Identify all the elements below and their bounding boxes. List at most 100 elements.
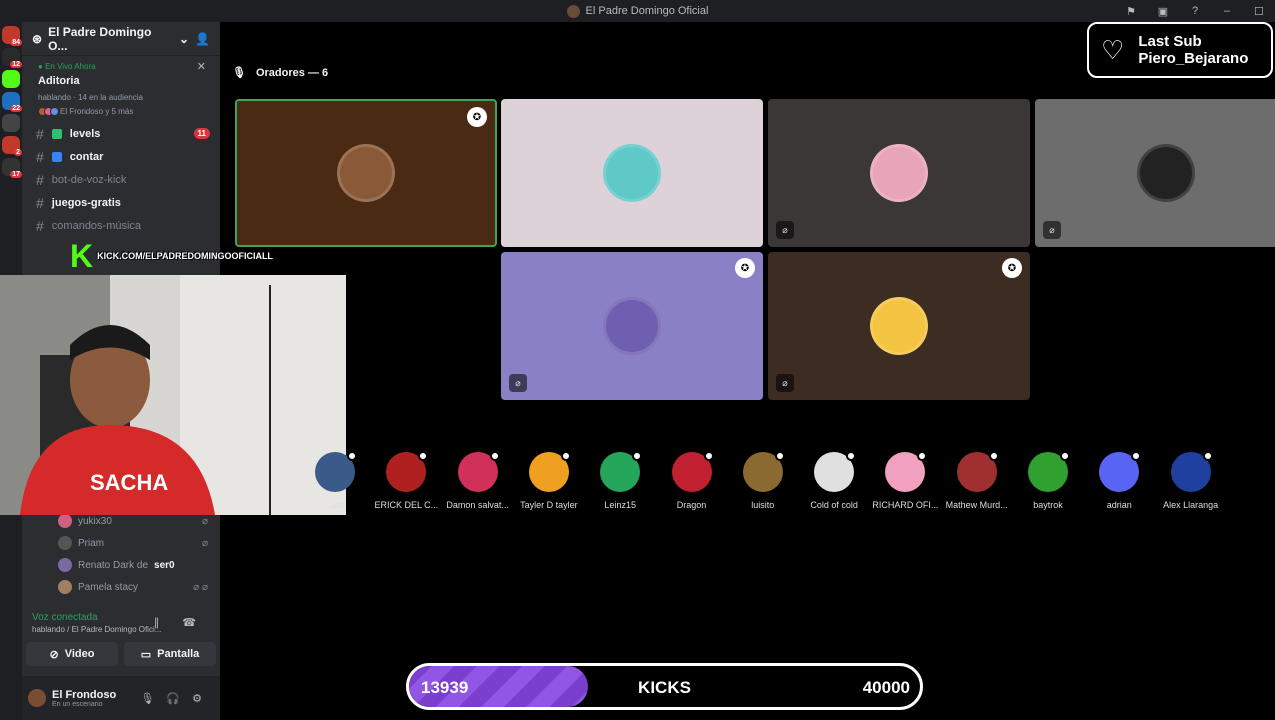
channel-label: contar — [69, 150, 104, 163]
live-event-card[interactable]: ● En Vivo Ahora ✕ Aditoria hablando · 14… — [22, 56, 220, 116]
user-name: El Frondoso — [52, 688, 117, 701]
mic-muted-icon: ⌀ — [201, 537, 208, 549]
voice-user[interactable]: Renato Dark de ser0 — [22, 554, 220, 576]
audience-member-name: Leinz15 — [604, 500, 636, 510]
last-sub-user: Piero_Bejarano — [1138, 50, 1249, 67]
speaker-tile[interactable]: ✪ ⌀ — [501, 252, 763, 400]
server-icon[interactable] — [2, 70, 20, 88]
microphone-icon: 🎙 — [232, 67, 246, 79]
kick-logo: K — [70, 238, 94, 274]
live-event-people: El Frondoso y 5 más — [38, 107, 204, 116]
help-icon[interactable]: ? — [1179, 5, 1211, 17]
server-icon[interactable]: 22 — [2, 92, 22, 112]
audience-member[interactable]: baytrok — [1013, 451, 1083, 510]
avatar — [58, 536, 72, 550]
audience-member-name: Damon salvat... — [446, 500, 509, 510]
speakers-header: 🎙 Oradores — 6 — [232, 66, 329, 80]
server-header[interactable]: ⊛ El Padre Domingo O... ⌄ 👤 — [22, 22, 220, 56]
video-button[interactable]: ⊘ Video — [26, 642, 118, 666]
speaker-tile[interactable]: ✪ ⌀ — [768, 252, 1030, 400]
close-icon[interactable]: ✕ — [197, 60, 206, 73]
speaker-tile[interactable] — [501, 99, 763, 247]
speaker-avatar — [603, 297, 661, 355]
audience-member[interactable]: Alex Llaranga — [1156, 451, 1226, 510]
audience-member[interactable]: Mathew Murd... — [942, 451, 1012, 510]
channel-juegos-gratis[interactable]: # juegos-gratis — [22, 191, 220, 214]
status-dot-icon — [347, 451, 357, 461]
kick-handle: KICK.COM/ELPADREDOMINGOOFICIALL — [97, 251, 273, 261]
audience-member[interactable]: Dragon — [657, 451, 727, 510]
voice-user-extra: ser0 — [154, 559, 175, 571]
maximize-button[interactable]: ☐ — [1243, 5, 1275, 18]
audience-member-name: ...an — [326, 500, 344, 510]
status-dot-icon — [560, 451, 571, 461]
server-icon[interactable]: 17 — [2, 158, 22, 178]
voice-controls-icons[interactable]: ∥ ☎ — [154, 616, 206, 629]
audience-member[interactable]: adrian — [1084, 451, 1154, 510]
emoji-icon — [51, 128, 62, 139]
voice-user[interactable]: Pamela stacy ⌀ ⌀ — [22, 576, 220, 598]
channel-comandos-musica[interactable]: # comandos-música — [22, 214, 220, 237]
channel-label: juegos-gratis — [51, 196, 121, 209]
avatar — [58, 514, 72, 528]
server-icon[interactable]: 2 — [2, 136, 22, 156]
server-name: El Padre Domingo O... — [48, 24, 152, 53]
audience-member[interactable]: Damon salvat... — [443, 451, 513, 510]
moderator-badge-icon: ✪ — [735, 258, 755, 278]
mic-muted-icon: ⌀ — [1043, 221, 1061, 239]
audience-member[interactable]: luisito — [728, 451, 798, 510]
channel-levels[interactable]: # levels 11 — [22, 122, 220, 145]
user-controls-icons[interactable]: 🎙🎧⚙ — [140, 692, 214, 705]
chevron-down-icon[interactable]: ⌄ — [179, 32, 189, 46]
hash-icon: # — [36, 125, 44, 142]
mic-muted-icon: ⌀ — [776, 374, 794, 392]
minimize-button[interactable]: – — [1211, 5, 1243, 17]
kicks-goal: 40000 — [862, 678, 910, 697]
avatar — [671, 451, 714, 492]
user-status: En un escenario — [52, 700, 103, 708]
title-bar: El Padre Domingo Oficial ⚑ ▣ ? – ☐ — [0, 0, 1275, 22]
hash-icon: # — [36, 217, 44, 234]
emoji-icon — [51, 151, 62, 162]
audience-member[interactable]: ...an — [300, 451, 370, 510]
voice-user[interactable]: Priam ⌀ — [22, 532, 220, 554]
audience-member[interactable]: Leinz15 — [585, 451, 655, 510]
hash-icon: # — [36, 171, 44, 188]
speaker-tile[interactable]: ✪ — [235, 99, 497, 247]
live-tag: ● En Vivo Ahora — [38, 62, 96, 71]
inbox-icon[interactable]: ▣ — [1147, 5, 1179, 18]
avatar — [814, 451, 857, 492]
people-text: El Frondoso y 5 más — [60, 107, 134, 116]
channel-label: comandos-música — [51, 219, 142, 232]
screen-label: Pantalla — [157, 648, 200, 660]
screen-share-button[interactable]: ▭ Pantalla — [124, 642, 216, 666]
avatar — [528, 451, 571, 492]
audience-member-name: Alex Llaranga — [1163, 500, 1219, 510]
speaker-tile[interactable]: ⌀ — [768, 99, 1030, 247]
audience-member[interactable]: RICHARD OFI... — [870, 451, 940, 510]
audience-member[interactable]: Cold of cold — [799, 451, 869, 510]
mic-muted-icon: ⌀ ⌀ — [193, 581, 208, 593]
server-icon[interactable] — [2, 114, 20, 132]
avatar — [315, 451, 357, 492]
avatar[interactable] — [28, 689, 46, 707]
avatar — [457, 451, 500, 492]
avatar — [58, 558, 72, 572]
server-icon[interactable]: 12 — [2, 48, 22, 68]
server-icon[interactable]: 84 — [2, 26, 22, 46]
svg-text:SACHA: SACHA — [90, 470, 168, 495]
speakers-title: Oradores — 6 — [255, 66, 329, 79]
mic-muted-icon: ⌀ — [776, 221, 794, 239]
channel-contar[interactable]: # contar — [22, 145, 220, 168]
audience-member[interactable]: Tayler D tayler — [514, 451, 584, 510]
status-dot-icon — [917, 451, 928, 461]
audience-member-name: RICHARD OFI... — [872, 500, 939, 510]
unread-badge: 11 — [193, 128, 210, 139]
flag-icon[interactable]: ⚑ — [1115, 5, 1147, 18]
speaker-tile[interactable]: ⌀ — [1035, 99, 1275, 247]
kicks-progress-bar: 13939 KICKS 40000 — [406, 663, 923, 710]
channel-bot-de-voz-kick[interactable]: # bot-de-voz-kick — [22, 168, 220, 191]
add-member-icon[interactable]: 👤 — [195, 32, 210, 46]
audience-member[interactable]: ERICK DEL C... — [371, 451, 441, 510]
audience-member-name: Mathew Murd... — [945, 500, 1008, 510]
